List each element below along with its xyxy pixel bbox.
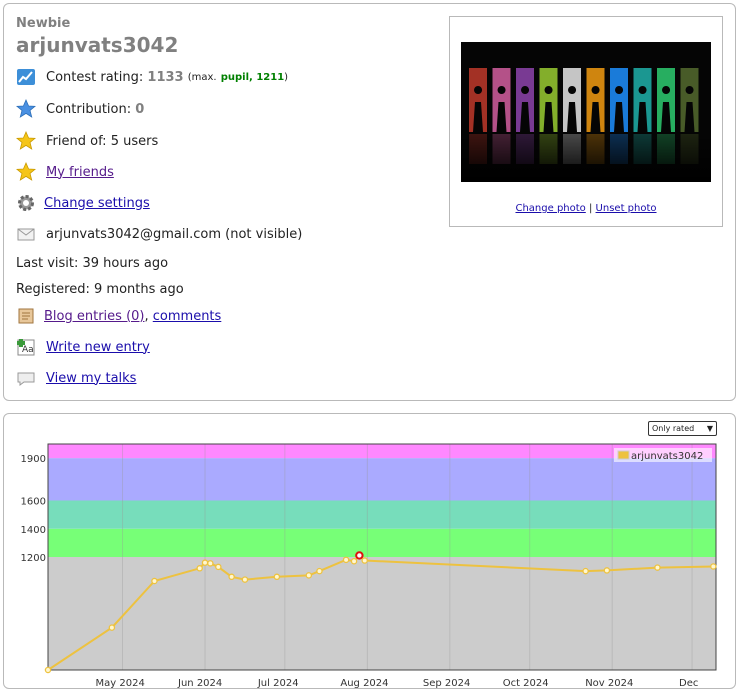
contest-rating-row: Contest rating: 1133 (max. pupil, 1211) xyxy=(16,67,288,87)
friend-of-text: Friend of: 5 users xyxy=(46,133,159,149)
settings-row: Change settings xyxy=(16,193,150,213)
profile-card: Newbie arjunvats3042 Contest rating: 113… xyxy=(3,3,736,401)
write-entry-row: Aa Write new entry xyxy=(16,337,150,357)
max-suffix: ) xyxy=(284,71,289,83)
photo-box: Change photo | Unset photo xyxy=(449,16,723,227)
email-row: arjunvats3042@gmail.com (not visible) xyxy=(16,224,302,244)
contest-rating-label: Contest rating: xyxy=(46,69,144,85)
user-rank: Newbie xyxy=(16,16,71,31)
change-photo-link[interactable]: Change photo xyxy=(515,203,585,214)
write-entry-icon: Aa xyxy=(16,337,36,357)
max-rating: pupil, 1211 xyxy=(220,71,285,83)
contribution-label: Contribution: xyxy=(46,101,132,117)
change-settings-link[interactable]: Change settings xyxy=(44,196,150,211)
envelope-icon xyxy=(16,224,36,244)
blog-row: Blog entries (0), comments xyxy=(16,306,221,326)
rating-filter-value: Only rated xyxy=(652,424,695,433)
comments-link[interactable]: comments xyxy=(153,309,222,324)
svg-text:Aa: Aa xyxy=(22,345,34,355)
last-visit-row: Last visit: 39 hours ago xyxy=(16,256,168,271)
my-friends-row: My friends xyxy=(15,161,114,182)
unset-photo-link[interactable]: Unset photo xyxy=(596,203,657,214)
contribution-row: Contribution: 0 xyxy=(15,98,145,119)
email-text: arjunvats3042@gmail.com (not visible) xyxy=(46,226,303,242)
photo-links-separator: | xyxy=(588,203,593,214)
rating-filter-select[interactable]: Only rated ▼ xyxy=(648,421,717,436)
contest-rating-value: 1133 xyxy=(147,69,184,85)
blog-separator: , xyxy=(144,308,149,324)
view-talks-link[interactable]: View my talks xyxy=(46,371,136,386)
registered-row: Registered: 9 months ago xyxy=(16,282,184,297)
user-handle: arjunvats3042 xyxy=(16,33,179,57)
blog-notes-icon xyxy=(16,306,36,326)
talks-row: View my talks xyxy=(16,368,136,388)
friend-of-row: Friend of: 5 users xyxy=(15,130,159,151)
star-gold-icon xyxy=(15,161,37,182)
photo-links: Change photo | Unset photo xyxy=(450,203,722,214)
gear-icon xyxy=(16,193,36,213)
chat-bubble-icon xyxy=(16,368,36,388)
profile-photo xyxy=(461,42,711,182)
blog-entries-link[interactable]: Blog entries (0) xyxy=(44,309,144,324)
last-visit-text: Last visit: 39 hours ago xyxy=(16,256,169,271)
my-friends-link[interactable]: My friends xyxy=(46,165,114,180)
rating-chart-card xyxy=(3,413,736,689)
registered-text: Registered: 9 months ago xyxy=(16,282,184,297)
star-gold-icon xyxy=(15,130,37,151)
contribution-value: 0 xyxy=(135,101,145,117)
max-prefix: (max. xyxy=(187,71,217,83)
rating-chart-icon xyxy=(16,67,36,87)
chevron-down-icon: ▼ xyxy=(706,424,713,433)
star-blue-icon xyxy=(15,98,37,119)
write-new-entry-link[interactable]: Write new entry xyxy=(46,340,150,355)
